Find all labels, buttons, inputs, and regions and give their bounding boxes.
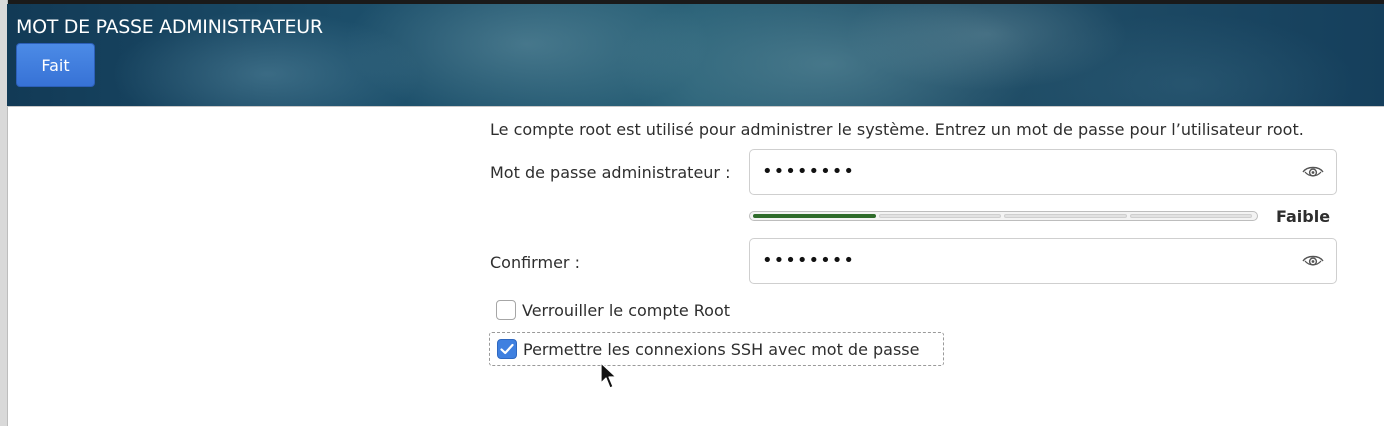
confirm-value: ••••••••	[762, 250, 855, 271]
lock-root-option[interactable]: Verrouiller le compte Root	[496, 299, 730, 321]
header-divider	[7, 106, 1384, 107]
checkmark-icon	[500, 343, 514, 355]
lock-root-checkbox[interactable]	[496, 300, 516, 320]
confirm-password-field[interactable]: ••••••••	[749, 238, 1337, 284]
done-button[interactable]: Fait	[16, 43, 95, 87]
allow-ssh-label: Permettre les connexions SSH avec mot de…	[523, 339, 920, 359]
password-strength-label: Faible	[1276, 207, 1331, 226]
mouse-pointer-icon	[600, 362, 617, 389]
eye-icon[interactable]	[1302, 164, 1324, 180]
allow-ssh-checkbox[interactable]	[497, 339, 517, 359]
password-field[interactable]: ••••••••	[749, 149, 1337, 195]
strength-segment	[1129, 214, 1252, 218]
header-banner: MOT DE PASSE ADMINISTRATEUR Fait	[7, 4, 1384, 106]
allow-ssh-option[interactable]: Permettre les connexions SSH avec mot de…	[489, 332, 944, 366]
password-label: Mot de passe administrateur :	[490, 163, 731, 182]
page-title: MOT DE PASSE ADMINISTRATEUR	[16, 16, 323, 38]
strength-segment	[1004, 214, 1127, 218]
strength-segment	[753, 214, 876, 218]
confirm-label: Confirmer :	[490, 253, 580, 272]
password-strength-bar	[749, 211, 1258, 221]
strength-segment	[878, 214, 1001, 218]
password-value: ••••••••	[762, 161, 855, 182]
description-text: Le compte root est utilisé pour administ…	[490, 120, 1304, 139]
root-password-window: MOT DE PASSE ADMINISTRATEUR Fait Le comp…	[0, 0, 1384, 426]
eye-icon[interactable]	[1302, 253, 1324, 269]
lock-root-label: Verrouiller le compte Root	[522, 300, 730, 320]
